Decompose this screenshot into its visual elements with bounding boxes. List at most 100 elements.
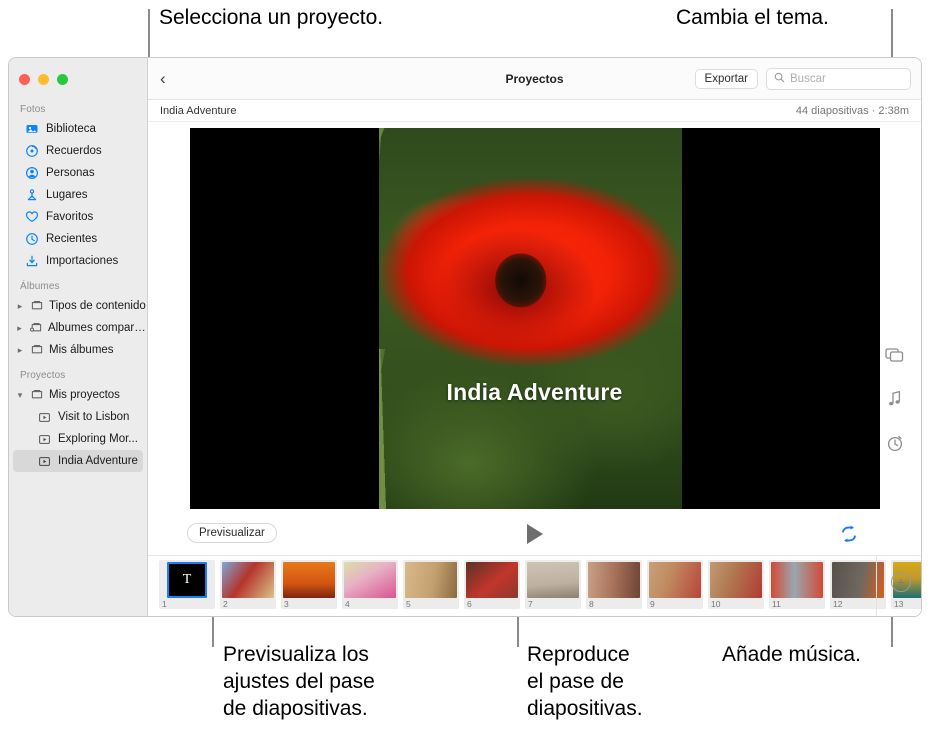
callout-preview-settings: Previsualiza los ajustes del pase de dia…	[223, 643, 375, 720]
slide-photo	[378, 128, 682, 509]
shared-folder-icon	[29, 320, 43, 337]
sidebar-item-label: Álbumes compartidos	[47, 322, 147, 334]
thumbnail-number: 2	[223, 599, 228, 609]
thumbnail-number: 7	[528, 599, 533, 609]
transport-bar: Previsualizar	[148, 516, 921, 556]
thumbnail-number: 6	[467, 599, 472, 609]
list-item[interactable]: 9	[647, 560, 703, 609]
folder-icon	[30, 298, 44, 315]
theme-icon[interactable]	[884, 344, 906, 366]
thumbnail-number: 10	[711, 599, 721, 609]
callout-select-project: Selecciona un proyecto.	[159, 6, 384, 29]
right-rail	[869, 122, 921, 516]
thumbnail-image	[344, 562, 396, 598]
sidebar-item-tipos-de-contenido[interactable]: ▸ Tipos de contenido	[9, 295, 147, 317]
sidebar-item-mis-proyectos[interactable]: ▾ Mis proyectos	[9, 384, 147, 406]
slide-title-text: India Adventure	[446, 379, 623, 406]
project-name: India Adventure	[160, 104, 237, 117]
thumbnail-image	[283, 562, 335, 598]
thumbnail-number: 1	[162, 599, 167, 609]
sidebar-item-recientes[interactable]: Recientes	[9, 228, 147, 250]
close-button[interactable]	[19, 73, 30, 85]
music-icon[interactable]	[884, 388, 906, 410]
sidebar-item-label: Personas	[46, 167, 95, 179]
thumbnail-number: 8	[589, 599, 594, 609]
photos-window: Fotos Biblioteca Recuerdos Personas Luga…	[8, 57, 922, 617]
sidebar-item-label: Biblioteca	[46, 123, 96, 135]
chevron-left-icon[interactable]: ‹	[160, 69, 180, 89]
places-icon	[25, 188, 39, 202]
chevron-down-icon[interactable]: ▾	[15, 390, 25, 401]
list-item[interactable]: 7	[525, 560, 581, 609]
sidebar-item-favoritos[interactable]: Favoritos	[9, 206, 147, 228]
toolbar: ‹ Proyectos Exportar Buscar	[148, 58, 921, 100]
thumbnail-image	[405, 562, 457, 598]
sidebar-section-albumes: Álbumes	[20, 281, 60, 292]
list-item[interactable]: 10	[708, 560, 764, 609]
filmstrip-divider	[876, 556, 877, 616]
thumbnail-image	[527, 562, 579, 598]
sidebar-item-india-adventure[interactable]: India Adventure	[13, 450, 143, 472]
window-controls	[9, 58, 147, 100]
preview-button[interactable]: Previsualizar	[187, 523, 277, 543]
search-input[interactable]: Buscar	[766, 67, 911, 90]
chevron-right-icon[interactable]: ▸	[15, 323, 24, 334]
list-item[interactable]: 8	[586, 560, 642, 609]
minimize-button[interactable]	[38, 73, 49, 85]
sidebar-item-label: Mis proyectos	[49, 389, 120, 401]
import-icon	[25, 254, 39, 268]
folder-icon	[30, 342, 44, 359]
callout-change-theme: Cambia el tema.	[676, 6, 829, 29]
sidebar-item-lugares[interactable]: Lugares	[9, 184, 147, 206]
list-item[interactable]: 6	[464, 560, 520, 609]
sidebar-item-label: India Adventure	[58, 455, 138, 467]
list-item[interactable]: 11	[769, 560, 825, 609]
filmstrip[interactable]: T 1 2 3 4 5 6 7 8 9 10 11 12 13 +	[148, 556, 921, 616]
thumbnail-image	[710, 562, 762, 598]
callout-add-music: Añade música.	[722, 643, 861, 666]
sidebar-item-personas[interactable]: Personas	[9, 162, 147, 184]
sidebar-item-label: Importaciones	[46, 255, 119, 267]
chevron-right-icon[interactable]: ▸	[15, 345, 25, 356]
loop-icon[interactable]	[839, 525, 859, 548]
sidebar-section-proyectos: Proyectos	[20, 370, 66, 381]
list-item[interactable]: T 1	[159, 560, 215, 609]
sidebar-item-exploring-mor[interactable]: Exploring Mor...	[9, 428, 147, 450]
list-item[interactable]: 5	[403, 560, 459, 609]
thumbnail-image	[222, 562, 274, 598]
search-placeholder: Buscar	[790, 72, 826, 85]
sidebar-item-albumes-compartidos[interactable]: ▸ Álbumes compartidos	[9, 317, 147, 339]
sidebar-item-label: Favoritos	[46, 211, 94, 223]
toolbar-right: Exportar Buscar	[694, 67, 911, 90]
sidebar-section-fotos: Fotos	[20, 104, 46, 115]
export-button[interactable]: Exportar	[694, 68, 758, 89]
callout-play-slideshow: Reproduce el pase de diapositivas.	[527, 643, 643, 720]
list-item[interactable]: 3	[281, 560, 337, 609]
memories-icon	[25, 144, 39, 158]
zoom-button[interactable]	[57, 73, 68, 85]
thumbnail-image	[466, 562, 518, 598]
thumbnail-title-slide: T	[167, 562, 207, 598]
info-bar: India Adventure 44 diapositivas · 2:38m	[148, 100, 921, 122]
slide-preview[interactable]: India Adventure	[189, 128, 880, 509]
thumbnail-number: 5	[406, 599, 411, 609]
sidebar-item-recuerdos[interactable]: Recuerdos	[9, 140, 147, 162]
list-item[interactable]: 12	[830, 560, 886, 609]
sidebar-item-label: Recuerdos	[46, 145, 102, 157]
content-area: ‹ Proyectos Exportar Buscar India Advent…	[148, 58, 921, 616]
sidebar-item-visit-to-lisbon[interactable]: Visit to Lisbon	[9, 406, 147, 428]
duration-icon[interactable]	[884, 432, 906, 454]
sidebar-item-label: Mis álbumes	[49, 344, 114, 356]
sidebar-item-importaciones[interactable]: Importaciones	[9, 250, 147, 272]
list-item[interactable]: 4	[342, 560, 398, 609]
thumbnail-number: 3	[284, 599, 289, 609]
thumbnail-number: 11	[772, 599, 781, 609]
add-slide-button[interactable]: +	[891, 572, 911, 592]
sidebar-item-mis-albumes[interactable]: ▸ Mis álbumes	[9, 339, 147, 361]
chevron-right-icon[interactable]: ▸	[15, 301, 25, 312]
sidebar-item-label: Tipos de contenido	[49, 300, 146, 312]
sidebar-item-biblioteca[interactable]: Biblioteca	[9, 118, 147, 140]
search-icon	[774, 70, 785, 88]
list-item[interactable]: 2	[220, 560, 276, 609]
play-icon[interactable]	[526, 524, 543, 544]
